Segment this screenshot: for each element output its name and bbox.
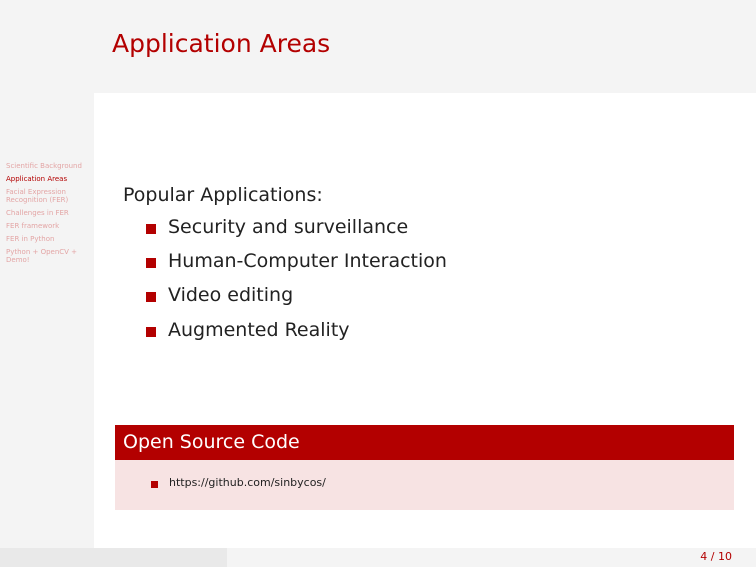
footer-left-bar <box>0 548 227 567</box>
github-link[interactable]: https://github.com/sinbycos/ <box>169 476 326 490</box>
block-title: Open Source Code <box>115 425 734 460</box>
slide-header: Application Areas <box>94 0 756 93</box>
nav-item-fer-framework[interactable]: FER framework <box>6 222 92 230</box>
footer-right-bar <box>227 548 756 567</box>
slide-title: Application Areas <box>112 29 331 58</box>
nav-item-facial-expression-recognition[interactable]: Facial Expression Recognition (FER) <box>6 188 92 204</box>
square-bullet-icon <box>151 481 158 488</box>
block-body: https://github.com/sinbycos/ <box>115 460 734 510</box>
nav-item-application-areas[interactable]: Application Areas <box>6 175 92 183</box>
list-item: Augmented Reality <box>123 313 447 347</box>
page-number: 4 / 10 <box>700 550 732 563</box>
intro-text: Popular Applications: <box>123 184 323 206</box>
list-item-label: Augmented Reality <box>168 318 350 341</box>
open-source-block: Open Source Code https://github.com/sinb… <box>115 425 734 510</box>
nav-item-fer-in-python[interactable]: FER in Python <box>6 235 92 243</box>
nav-item-python-opencv-demo[interactable]: Python + OpenCV + Demo! <box>6 248 92 264</box>
list-item: Video editing <box>123 278 447 312</box>
list-item: Human-Computer Interaction <box>123 244 447 278</box>
square-bullet-icon <box>146 258 156 269</box>
section-navigation: Scientific Background Application Areas … <box>6 162 92 269</box>
list-item-label: Security and surveillance <box>168 216 409 238</box>
slide-content: Popular Applications: Security and surve… <box>123 183 447 347</box>
list-item: Security and surveillance <box>123 210 447 244</box>
sidebar: Scientific Background Application Areas … <box>0 0 94 548</box>
applications-list: Security and surveillance Human-Computer… <box>123 210 447 347</box>
nav-item-scientific-background[interactable]: Scientific Background <box>6 162 92 170</box>
square-bullet-icon <box>146 326 156 337</box>
nav-item-challenges-in-fer[interactable]: Challenges in FER <box>6 209 92 217</box>
square-bullet-icon <box>146 224 156 234</box>
square-bullet-icon <box>146 292 156 303</box>
list-item-label: Video editing <box>168 284 294 307</box>
list-item-label: Human-Computer Interaction <box>168 250 447 273</box>
